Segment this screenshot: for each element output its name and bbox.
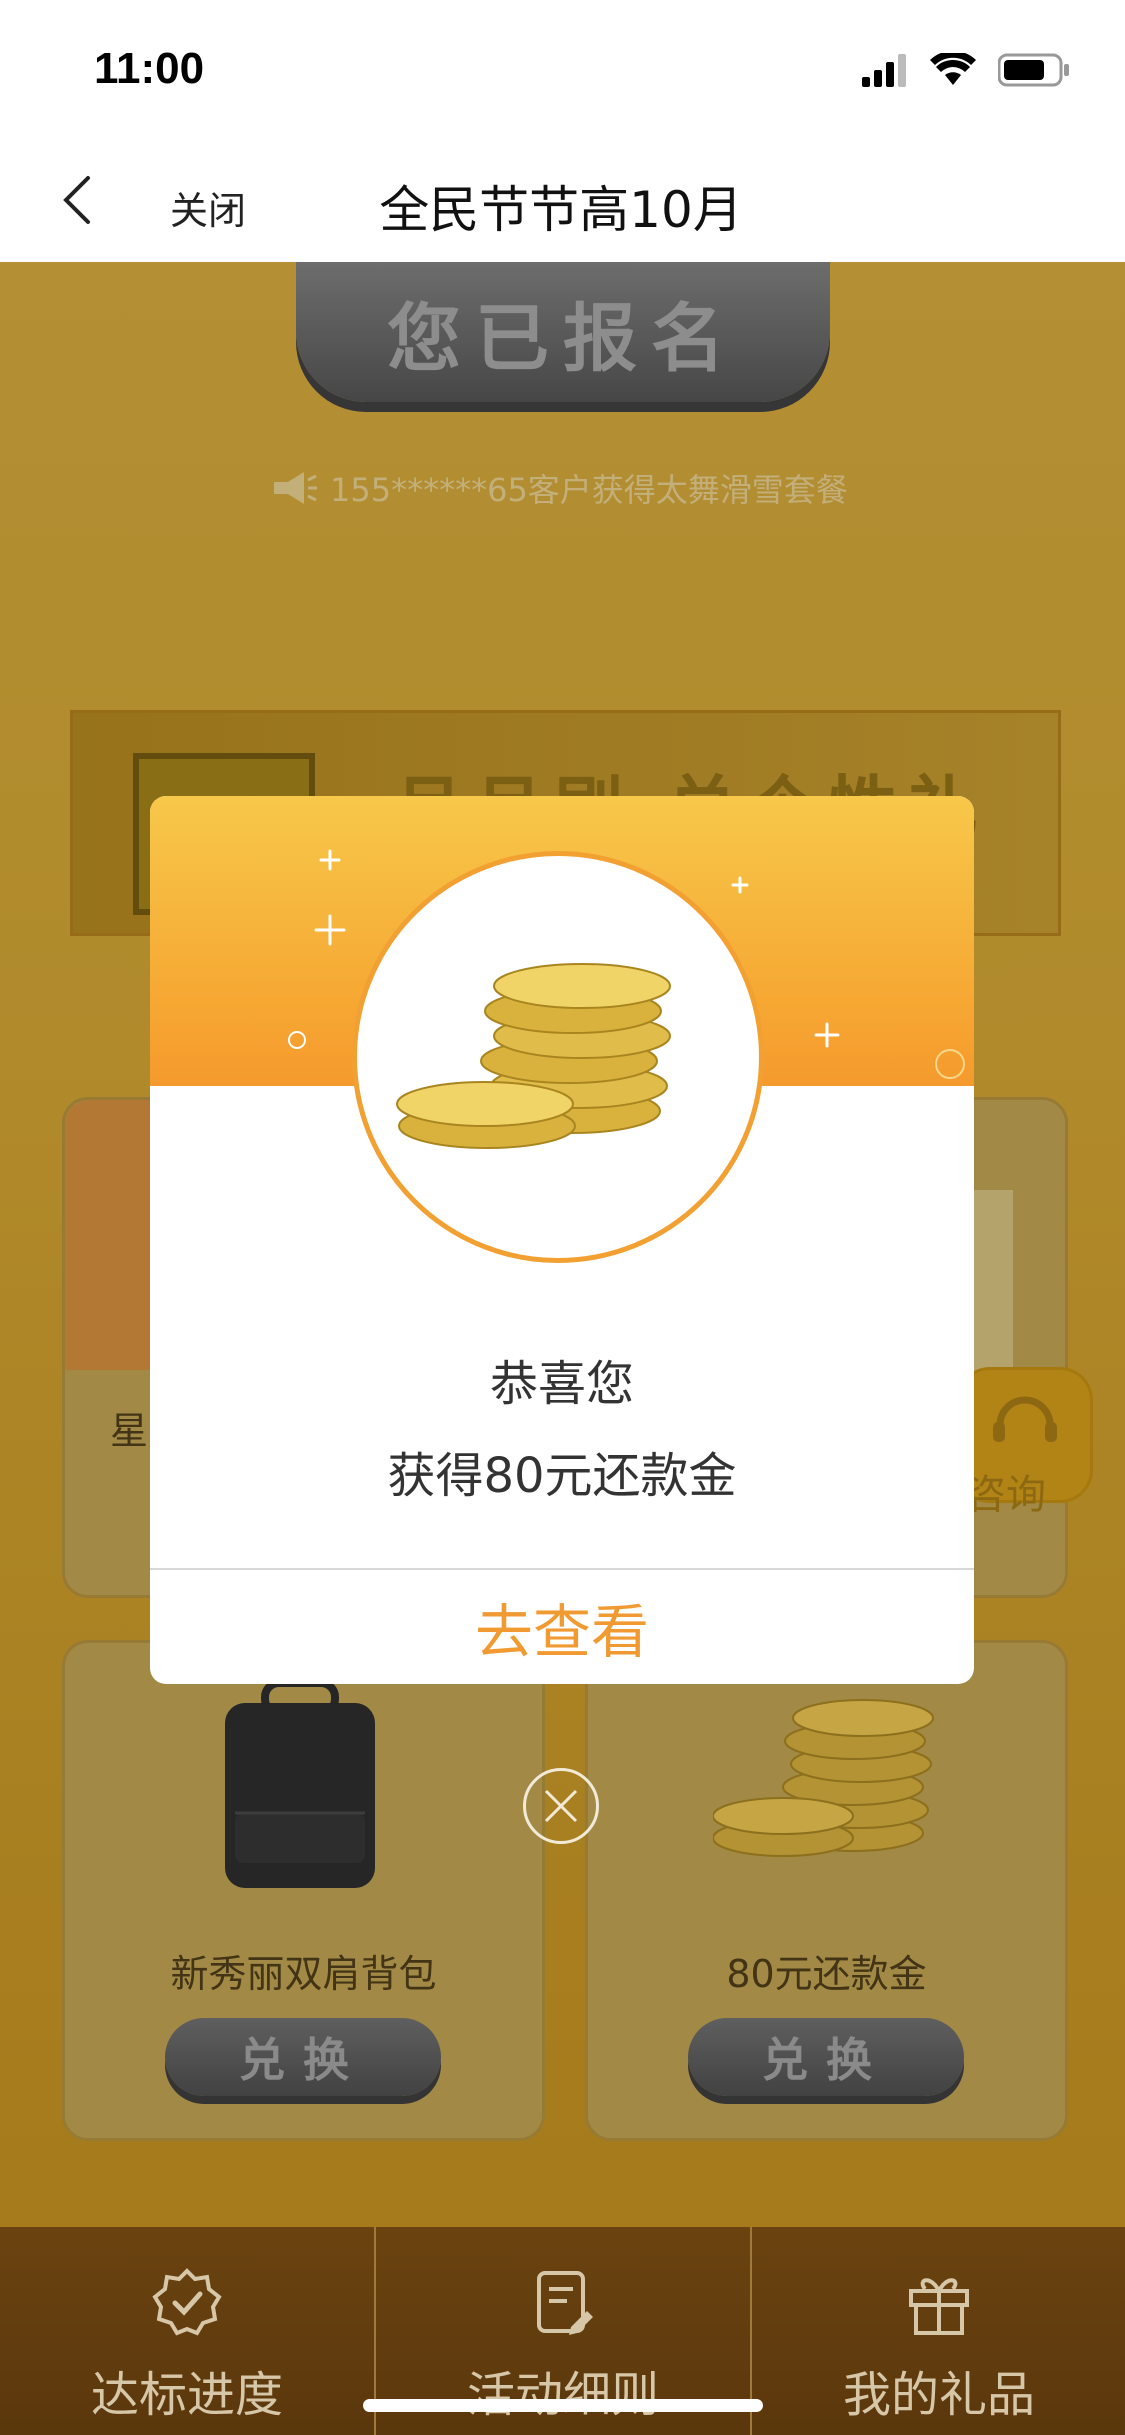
wifi-icon (930, 53, 976, 85)
nav-bar: 关闭 全民节节高10月 (0, 140, 1125, 262)
document-edit-icon (537, 2271, 593, 2335)
battery-icon (998, 53, 1069, 87)
reward-coin-badge (352, 851, 764, 1263)
status-bar: 11:00 (0, 0, 1125, 140)
modal-congrats-text: 恭喜您 (489, 1356, 634, 1412)
page-title: 全民节节高10月 (379, 181, 743, 239)
modal-reward-text: 获得80元还款金 (387, 1448, 737, 1504)
tab-label: 达标进度 (90, 2367, 283, 2423)
tab-label: 我的礼品 (842, 2367, 1035, 2423)
tab-my-gifts[interactable]: 我的礼品 (752, 2227, 1125, 2435)
status-icons (862, 50, 1070, 90)
reward-modal: 恭喜您 获得80元还款金 去查看 (150, 796, 974, 1684)
status-time: 11:00 (94, 44, 205, 93)
close-modal-button[interactable] (523, 1768, 599, 1844)
home-indicator[interactable] (363, 2399, 763, 2412)
close-icon (544, 1789, 578, 1823)
badge-check-icon (152, 2268, 222, 2336)
signal-icon (862, 54, 906, 87)
gold-coins-icon (396, 963, 671, 1149)
gift-icon (909, 2278, 969, 2335)
view-reward-button[interactable]: 去查看 (150, 1570, 974, 1684)
tab-label: 活动细则 (466, 2367, 659, 2423)
tab-progress[interactable]: 达标进度 (0, 2227, 374, 2435)
